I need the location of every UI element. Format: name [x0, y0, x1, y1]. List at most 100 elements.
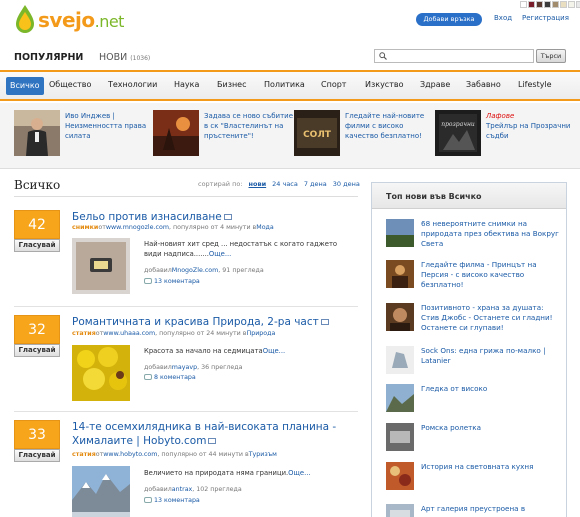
category-tab[interactable]: Технологии [108, 80, 157, 89]
vote-button[interactable]: Гласувай [14, 239, 60, 252]
sidebar-item[interactable]: Позитивното - храна за душата: Стив Джоб… [386, 303, 562, 335]
sidebar-thumbnail[interactable] [386, 504, 414, 517]
sort-option[interactable]: 7 дена [304, 180, 327, 188]
vote-button[interactable]: Гласувай [14, 449, 60, 462]
sidebar-item-title[interactable]: Арт галерия преустроена в [421, 504, 563, 514]
featured-item[interactable]: прозрачни Лафове Трейлър на Прозрачни съдб… [435, 110, 575, 160]
tab-new[interactable]: НОВИ (1036) [99, 52, 150, 63]
vote-button[interactable]: Гласувай [14, 344, 60, 357]
category-tab[interactable]: Наука [174, 80, 199, 89]
item-section-link[interactable]: Мода [256, 224, 274, 231]
item-source-link[interactable]: www.mnogozle.com [106, 224, 169, 231]
comments-link[interactable]: 13 коментара [144, 278, 200, 285]
theme-swatch[interactable] [576, 1, 580, 8]
category-tab-all[interactable]: Всичко [6, 77, 44, 95]
search-input[interactable] [374, 49, 534, 63]
theme-swatch[interactable] [544, 1, 551, 8]
featured-thumbnail[interactable]: прозрачни [435, 110, 481, 156]
sidebar-thumbnail[interactable] [386, 219, 414, 247]
featured-thumbnail[interactable]: СОЛТ [294, 110, 340, 156]
sidebar-item[interactable]: Sock Ons: една грижа по-малко | Latanier [386, 346, 562, 378]
category-tab[interactable]: Общество [49, 80, 91, 89]
sidebar-thumbnail[interactable] [386, 346, 414, 374]
sidebar-item-title[interactable]: Ромска ролетка [421, 423, 563, 433]
sidebar-item-title[interactable]: Sock Ons: една грижа по-малко | Latanier [421, 346, 563, 366]
more-link[interactable]: Още... [209, 250, 231, 258]
add-link-button[interactable]: Добави връзка [416, 13, 482, 26]
featured-thumbnail[interactable] [153, 110, 199, 156]
sidebar-item-title[interactable]: Позитивното - храна за душата: Стив Джоб… [421, 303, 563, 333]
sidebar-item[interactable]: 68 невероятните снимки на природата през… [386, 219, 562, 251]
sidebar-item[interactable]: Гледайте филма - Принцът на Персия - с в… [386, 260, 562, 292]
sort-option[interactable]: 24 часа [272, 180, 298, 188]
featured-title[interactable]: Лафове Трейлър на Прозрачни съдби [486, 111, 576, 141]
item-image[interactable] [72, 345, 130, 401]
sidebar-item-title[interactable]: 68 невероятните снимки на природата през… [421, 219, 563, 249]
theme-swatch[interactable] [560, 1, 567, 8]
item-title[interactable]: Бельо против изнасилване [72, 210, 356, 224]
sidebar-thumbnail[interactable] [386, 303, 414, 331]
theme-swatch[interactable] [552, 1, 559, 8]
category-tab[interactable]: Здраве [420, 80, 450, 89]
category-tab[interactable]: Забавно [466, 80, 501, 89]
item-title[interactable]: Романтичната и красива Природа, 2-ра час… [72, 315, 356, 329]
svg-text:СОЛТ: СОЛТ [303, 130, 332, 140]
theme-swatch[interactable] [536, 1, 543, 8]
sidebar-item[interactable]: Арт галерия преустроена в [386, 504, 562, 517]
user-link[interactable]: mayavp [172, 364, 197, 371]
logo-drop-icon [16, 5, 34, 33]
search-button[interactable]: Търси [536, 49, 566, 63]
more-link[interactable]: Още... [288, 469, 310, 477]
featured-item[interactable]: Иво Инджев | Неизменността права силата [14, 110, 154, 160]
item-section-link[interactable]: Туризъм [249, 451, 277, 458]
category-tab[interactable]: Спорт [321, 80, 346, 89]
register-link[interactable]: Регистрация [522, 14, 569, 22]
item-added-by: добавилantrax, 102 прегледа [144, 486, 242, 493]
theme-swatch[interactable] [528, 1, 535, 8]
sort-option[interactable]: 30 дена [333, 180, 360, 188]
item-meta: снимкиотwww.mnogozle.com, популярно от 4… [72, 224, 274, 231]
sidebar-thumbnail[interactable] [386, 384, 414, 412]
featured-item[interactable]: Задава се ново събитие в ск "Властелинът… [153, 110, 293, 160]
sidebar-thumbnail[interactable] [386, 260, 414, 288]
sidebar-item[interactable]: История на световната кухня [386, 462, 562, 494]
login-link[interactable]: Вход [494, 14, 512, 22]
vote-widget: 42 Гласувай [14, 210, 60, 252]
logo[interactable]: svejo.net [14, 4, 124, 34]
sidebar-item[interactable]: Гледка от високо [386, 384, 562, 416]
user-link[interactable]: MnogoZle.com [172, 267, 219, 274]
user-link[interactable]: antrax [172, 486, 193, 493]
featured-title-text: Иво Инджев | Неизменността права силата [65, 112, 147, 140]
item-image[interactable] [72, 238, 130, 294]
sidebar-item-title[interactable]: История на световната кухня [421, 462, 563, 472]
category-tab[interactable]: Lifestyle [518, 80, 552, 89]
item-section-link[interactable]: Природа [246, 330, 275, 337]
item-source-link[interactable]: www.hobyto.com [103, 451, 157, 458]
category-tab[interactable]: Политика [264, 80, 305, 89]
sidebar-thumbnail[interactable] [386, 423, 414, 451]
sort-options: сортирай по: нови 24 часа 7 дена 30 дена [198, 180, 360, 188]
category-tab[interactable]: Бизнес [217, 80, 247, 89]
featured-title[interactable]: Гледайте най-новите филми с високо качес… [345, 111, 435, 141]
sidebar-item[interactable]: Ромска ролетка [386, 423, 562, 455]
comments-link[interactable]: 13 коментара [144, 497, 200, 504]
featured-title[interactable]: Задава се ново събитие в ск "Властелинът… [204, 111, 294, 141]
item-title[interactable]: 14-те осемхилядника в най-високата плани… [72, 420, 356, 448]
theme-swatch[interactable] [520, 1, 527, 8]
category-nav: Всичко Общество Технологии Наука Бизнес Полит… [0, 70, 580, 101]
item-source-link[interactable]: www.uhaaa.com [103, 330, 155, 337]
sort-option[interactable]: нови [249, 180, 267, 188]
tab-popular[interactable]: ПОПУЛЯРНИ [14, 52, 83, 63]
sidebar-item-title[interactable]: Гледайте филма - Принцът на Персия - с в… [421, 260, 563, 290]
added-by-label: добавил [144, 486, 172, 493]
comments-link[interactable]: 8 коментара [144, 374, 196, 381]
sidebar-thumbnail[interactable] [386, 462, 414, 490]
featured-title[interactable]: Иво Инджев | Неизменността права силата [65, 111, 155, 141]
sidebar-item-title[interactable]: Гледка от високо [421, 384, 563, 394]
category-tab[interactable]: Изкуство [365, 80, 403, 89]
theme-swatch[interactable] [568, 1, 575, 8]
featured-thumbnail[interactable] [14, 110, 60, 156]
item-image[interactable] [72, 466, 130, 517]
featured-item[interactable]: СОЛТ Гледайте най-новите филми с високо к… [294, 110, 434, 160]
more-link[interactable]: Още... [263, 347, 285, 355]
